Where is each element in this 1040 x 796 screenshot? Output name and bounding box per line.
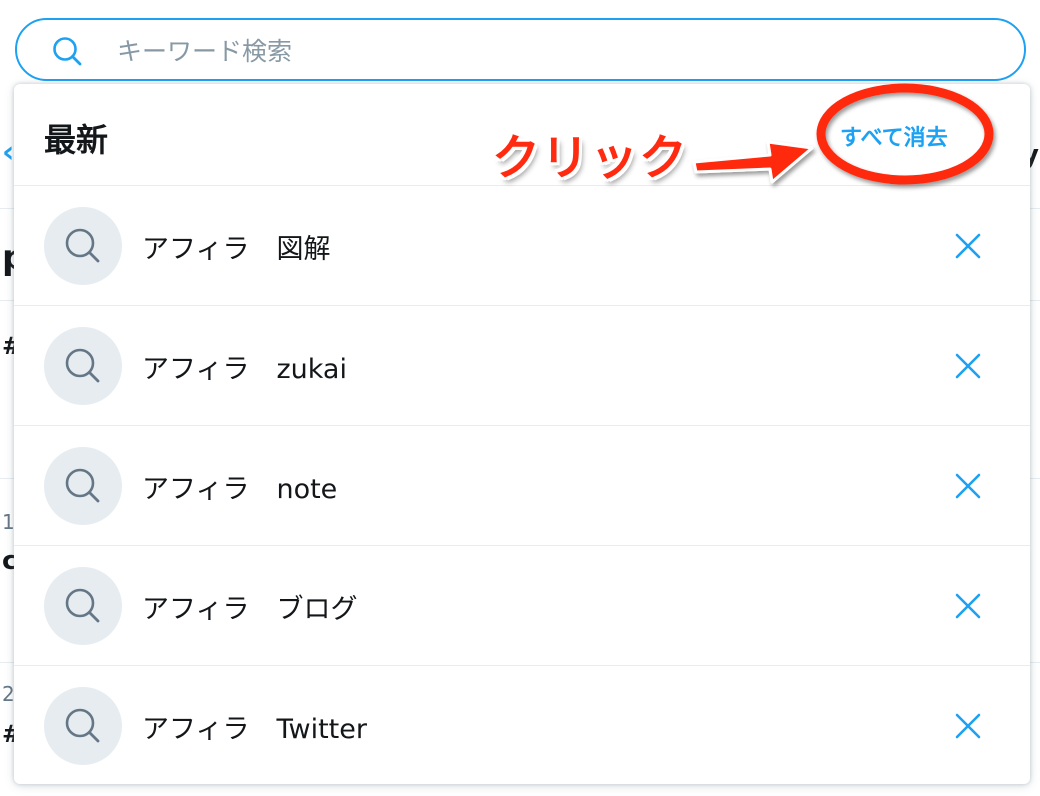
close-icon[interactable]: [951, 589, 985, 623]
search-avatar: [44, 327, 122, 405]
recent-searches-title: 最新: [44, 121, 109, 159]
search-input[interactable]: [115, 28, 979, 74]
close-icon[interactable]: [951, 349, 985, 383]
search-icon: [65, 708, 100, 743]
recent-search-label: アフィラ Twitter: [142, 714, 367, 745]
search-icon: [65, 348, 100, 383]
back-chevron-icon[interactable]: ‹: [2, 138, 14, 168]
annotation-click-label: クリック: [492, 130, 689, 186]
background-fragment: 1: [2, 510, 15, 534]
recent-search-item[interactable]: アフィラ zukai: [14, 306, 1030, 426]
recent-search-label: アフィラ note: [142, 474, 338, 505]
search-bar[interactable]: [15, 18, 1026, 81]
clear-all-button[interactable]: すべて消去: [840, 120, 948, 152]
search-icon: [65, 228, 100, 263]
search-icon: [53, 37, 82, 66]
recent-search-label: アフィラ 図解: [142, 234, 331, 265]
search-avatar: [44, 567, 122, 645]
recent-search-label: アフィラ ブログ: [142, 594, 358, 625]
search-avatar: [44, 207, 122, 285]
recent-search-item[interactable]: アフィラ note: [14, 426, 1030, 546]
recent-search-item[interactable]: アフィラ ブログ: [14, 546, 1030, 666]
close-icon[interactable]: [951, 469, 985, 503]
search-avatar: [44, 687, 122, 765]
close-icon[interactable]: [951, 709, 985, 743]
background-fragment: 2: [2, 682, 15, 706]
page: ‹ y p # 1 c 2 # 最新 すべて消去 アフィラ 図解: [0, 0, 1040, 796]
recent-search-item[interactable]: アフィラ Twitter: [14, 666, 1030, 784]
recent-searches-dropdown: 最新 すべて消去 アフィラ 図解 アフィラ zukai アフィラ note アフ…: [14, 84, 1030, 784]
close-icon[interactable]: [951, 229, 985, 263]
search-icon: [65, 468, 100, 503]
recent-search-label: アフィラ zukai: [142, 354, 347, 385]
search-avatar: [44, 447, 122, 525]
search-icon: [65, 588, 100, 623]
recent-search-item[interactable]: アフィラ 図解: [14, 186, 1030, 306]
